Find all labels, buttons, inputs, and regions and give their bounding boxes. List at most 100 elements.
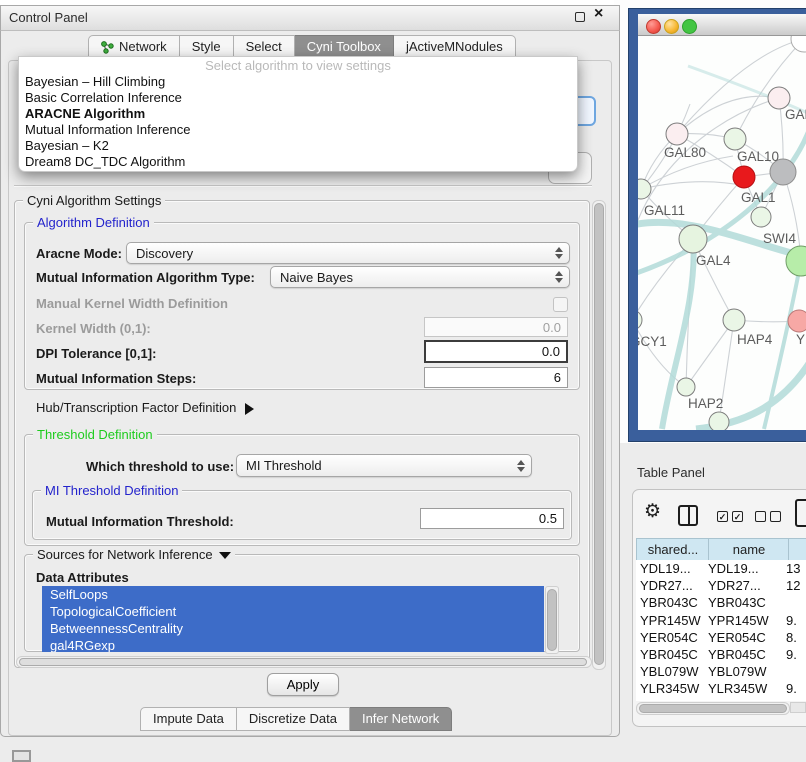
table-body[interactable]: YDL19...YDL19...13 YDR27...YDR27...12 YB… xyxy=(636,560,806,701)
table-hscrollbar-track[interactable] xyxy=(636,702,790,715)
list-scrollbar-track[interactable] xyxy=(545,586,559,654)
stepper-icon xyxy=(517,455,525,476)
deselect-all-columns-icon[interactable] xyxy=(755,511,781,522)
data-attributes-list[interactable]: SelfLoops TopologicalCoefficient Between… xyxy=(42,586,544,652)
cell: YER054C xyxy=(636,629,708,646)
new-table-icon[interactable] xyxy=(795,499,806,527)
table-panel-title: Table Panel xyxy=(637,465,705,480)
aracne-mode-combo[interactable]: Discovery xyxy=(126,242,570,264)
mi-steps-label: Mutual Information Steps: xyxy=(36,371,196,386)
node-gal11[interactable] xyxy=(638,179,651,199)
column-header-name[interactable]: name xyxy=(708,538,790,562)
dpi-tolerance-field[interactable] xyxy=(424,340,568,363)
node-hap4[interactable] xyxy=(723,309,745,331)
menu-item[interactable]: Mutual Information Inference xyxy=(19,122,577,138)
stepper-icon xyxy=(555,243,563,263)
cyni-algorithm-settings-title: Cyni Algorithm Settings xyxy=(23,193,165,208)
mi-threshold-label: Mutual Information Threshold: xyxy=(46,514,234,529)
settings-hscrollbar-track[interactable] xyxy=(16,656,592,668)
sources-title-wrap[interactable]: Sources for Network Inference xyxy=(33,547,235,562)
gear-icon[interactable]: ⚙ xyxy=(644,502,661,521)
cell: YBR045C xyxy=(636,646,708,663)
which-threshold-combo[interactable]: MI Threshold xyxy=(236,454,532,477)
list-item[interactable]: SelfLoops xyxy=(42,586,544,603)
table-row[interactable]: YER054CYER054C8. xyxy=(636,629,806,646)
minimize-window-icon[interactable] xyxy=(664,19,679,34)
table-row[interactable]: YDR27...YDR27...12 xyxy=(636,577,806,594)
table-row[interactable]: YIL052CYIL052C9 xyxy=(636,698,806,702)
mi-type-combo[interactable]: Naive Bayes xyxy=(270,266,570,288)
tab-discretize-data[interactable]: Discretize Data xyxy=(237,707,350,731)
node-unlabeled[interactable] xyxy=(791,36,806,52)
mi-threshold-field[interactable] xyxy=(420,508,564,529)
aracne-mode-label: Aracne Mode: xyxy=(36,246,122,261)
list-item[interactable]: gal4RGexp xyxy=(42,637,544,652)
network-window-titlebar[interactable] xyxy=(638,14,806,36)
which-threshold-value: MI Threshold xyxy=(246,458,322,473)
cell: YIL052C xyxy=(708,698,786,702)
cell: 9. xyxy=(786,680,802,697)
cell: YBL079W xyxy=(708,663,786,680)
mi-type-label: Mutual Information Algorithm Type: xyxy=(36,270,255,285)
tab-impute-data-label: Impute Data xyxy=(153,708,224,730)
kernel-width-label: Kernel Width (0,1): xyxy=(36,321,151,336)
close-icon[interactable]: × xyxy=(594,5,603,23)
table-row[interactable]: YLR345WYLR345W9. xyxy=(636,680,806,697)
node-gal4[interactable] xyxy=(679,225,707,253)
tab-cyni-toolbox-label: Cyni Toolbox xyxy=(307,36,381,58)
node-y[interactable] xyxy=(788,310,806,332)
select-all-columns-icon[interactable]: ✓✓ xyxy=(717,511,743,522)
node-gal10[interactable] xyxy=(724,128,746,150)
manual-kernel-checkbox[interactable] xyxy=(553,297,568,312)
menu-item-selected[interactable]: ARACNE Algorithm xyxy=(19,106,577,122)
kernel-width-field[interactable] xyxy=(424,317,568,337)
node-gal1[interactable] xyxy=(733,166,755,188)
settings-vscrollbar-track[interactable] xyxy=(592,200,606,670)
hub-definition-expander[interactable]: Hub/Transcription Factor Definition xyxy=(36,400,254,415)
tab-discretize-data-label: Discretize Data xyxy=(249,708,337,730)
apply-button[interactable]: Apply xyxy=(267,673,339,696)
menu-item[interactable]: Bayesian – Hill Climbing xyxy=(19,74,577,90)
menu-item[interactable]: Basic Correlation Inference xyxy=(19,90,577,106)
table-row[interactable]: YBR045CYBR045C9. xyxy=(636,646,806,663)
which-threshold-label: Which threshold to use: xyxy=(86,459,234,474)
node-gal[interactable] xyxy=(768,87,790,109)
collapsed-panel-handle[interactable] xyxy=(12,750,31,762)
settings-vscrollbar-thumb[interactable] xyxy=(594,203,604,665)
node-hap2[interactable] xyxy=(677,378,695,396)
network-graph: GAL GAL80 GAL10 GAL1 GAL11 SWI4 GAL4 GCY… xyxy=(638,36,806,430)
column-header-shared-name[interactable]: shared... xyxy=(636,538,710,562)
list-scrollbar-thumb[interactable] xyxy=(547,589,557,651)
screen: Control Panel × Network Style Select Cyn… xyxy=(0,0,806,762)
node-gal80[interactable] xyxy=(666,123,688,145)
mi-steps-field[interactable] xyxy=(424,367,568,388)
tab-infer-network[interactable]: Infer Network xyxy=(350,707,452,731)
node-gcy1[interactable] xyxy=(638,310,642,330)
zoom-window-icon[interactable] xyxy=(682,19,697,34)
tab-impute-data[interactable]: Impute Data xyxy=(140,707,237,731)
menu-item[interactable]: Bayesian – K2 xyxy=(19,138,577,154)
node-label: GAL10 xyxy=(737,149,779,164)
cell xyxy=(786,594,802,611)
column-layout-icon[interactable] xyxy=(678,505,698,526)
table-row[interactable]: YBR043CYBR043C xyxy=(636,594,806,611)
column-header-partial[interactable] xyxy=(788,538,806,562)
node-unlabeled-bottom[interactable] xyxy=(709,412,729,430)
column-divider xyxy=(688,507,690,524)
list-item[interactable]: BetweennessCentrality xyxy=(42,620,544,637)
menu-item[interactable]: Dream8 DC_TDC Algorithm xyxy=(19,154,577,170)
cell: 8. xyxy=(786,629,802,646)
network-icon xyxy=(101,41,114,54)
network-thick-edges xyxy=(638,66,806,429)
table-row[interactable]: YPR145WYPR145W9. xyxy=(636,612,806,629)
table-hscrollbar-thumb[interactable] xyxy=(639,704,787,713)
section-divider xyxy=(14,185,592,187)
node-swi4[interactable] xyxy=(751,207,771,227)
table-row[interactable]: YBL079WYBL079W xyxy=(636,663,806,680)
close-window-icon[interactable] xyxy=(646,19,661,34)
settings-hscrollbar-thumb[interactable] xyxy=(19,658,587,666)
float-window-icon[interactable] xyxy=(575,12,585,22)
network-canvas[interactable]: GAL GAL80 GAL10 GAL1 GAL11 SWI4 GAL4 GCY… xyxy=(638,36,806,430)
list-item[interactable]: TopologicalCoefficient xyxy=(42,603,544,620)
table-row[interactable]: YDL19...YDL19...13 xyxy=(636,560,806,577)
